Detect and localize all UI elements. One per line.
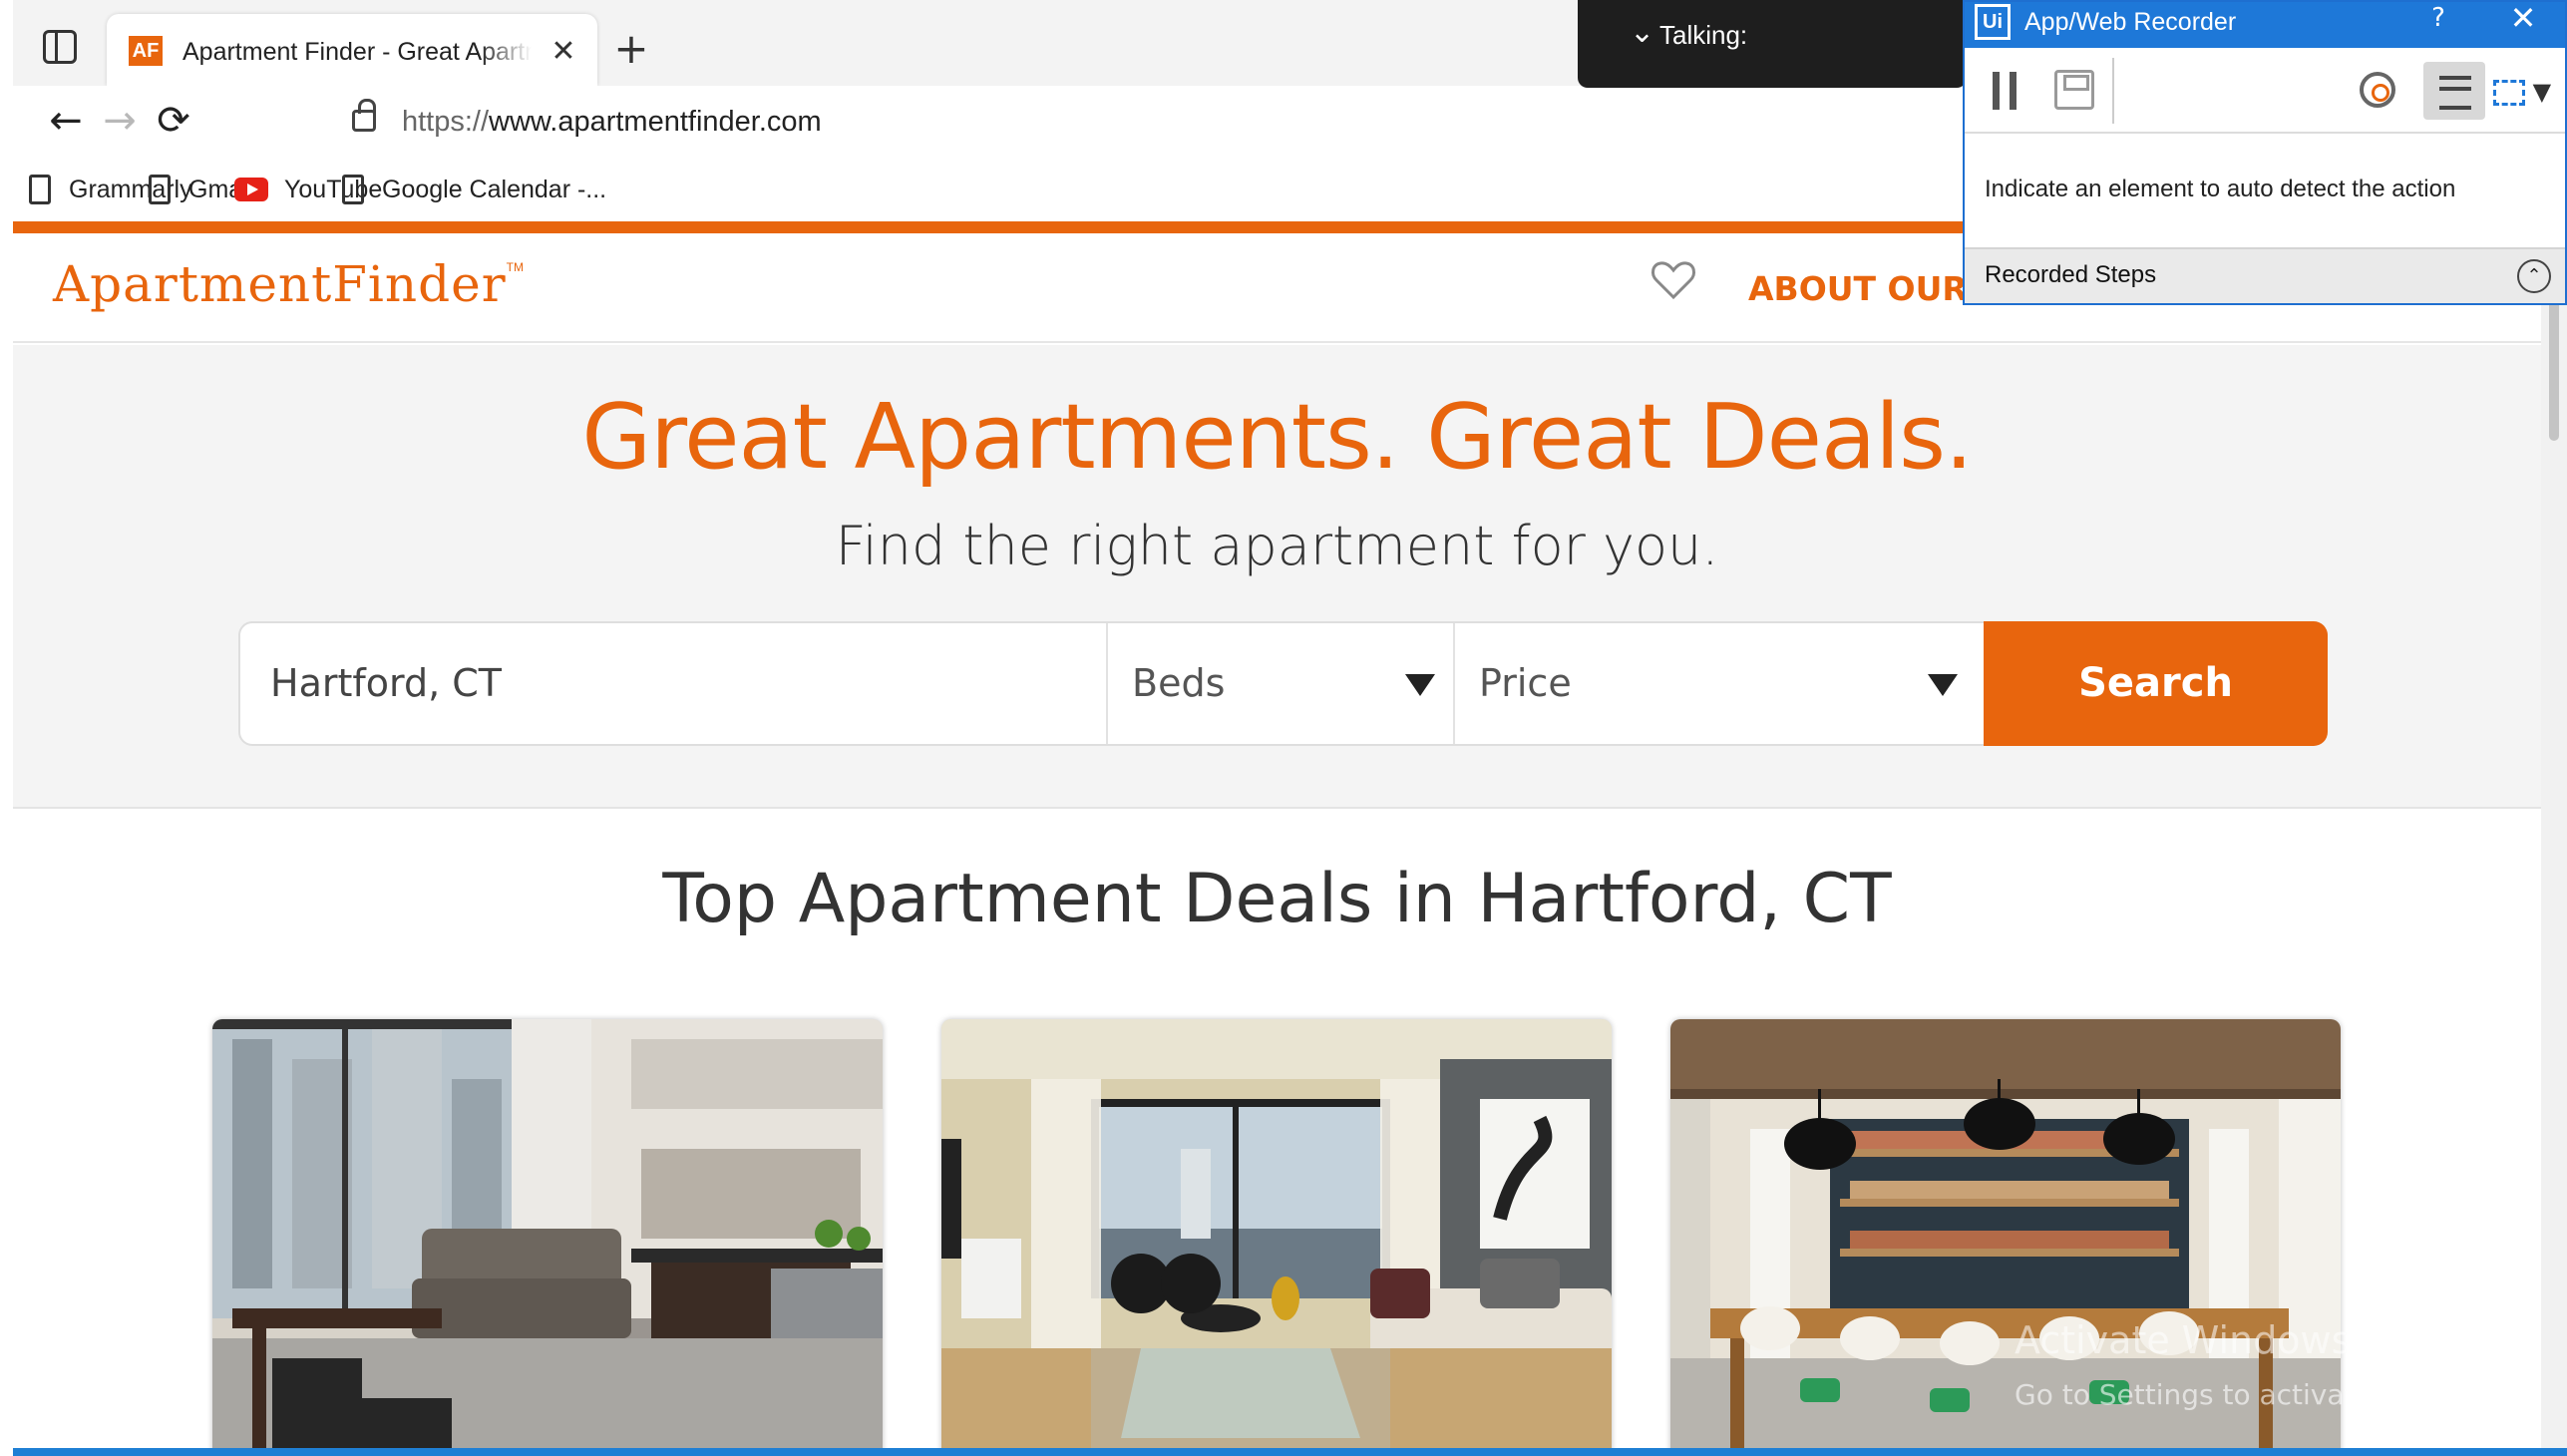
toolbar-divider — [2112, 58, 2114, 124]
selection-mode-icon — [2493, 80, 2525, 106]
target-icon[interactable] — [2360, 72, 2395, 108]
desktop-edge — [0, 0, 13, 1456]
scrollbar-thumb[interactable] — [2549, 281, 2559, 441]
recorder-title: App/Web Recorder — [2024, 8, 2237, 36]
deal-card[interactable] — [212, 1019, 883, 1448]
recorded-steps-toggle-icon[interactable] — [2423, 62, 2485, 120]
tab-actions-icon[interactable] — [43, 30, 77, 64]
app-web-recorder-panel: Ui App/Web Recorder ? ✕ ▼ Indicate an el… — [1963, 0, 2567, 305]
tab-apartment-finder[interactable]: AF Apartment Finder - Great Apartm ✕ — [107, 14, 597, 86]
tab-title: Apartment Finder - Great Apartm — [183, 38, 532, 66]
forward-button[interactable]: → — [95, 96, 145, 146]
bookmark-label: Google Calendar -... — [382, 175, 607, 203]
tab-close-icon[interactable]: ✕ — [546, 34, 581, 70]
uipath-logo-icon: Ui — [1975, 4, 2011, 40]
reload-button[interactable]: ⟳ — [149, 96, 198, 146]
favicon-icon: AF — [129, 36, 163, 66]
price-label: Price — [1479, 661, 1572, 705]
deals-heading: Top Apartment Deals in Hartford, CT — [662, 860, 1892, 938]
hero-title: Great Apartments. Great Deals. — [581, 385, 1973, 490]
activate-windows-subtitle: Go to Settings to activate Windows. — [2015, 1378, 2515, 1411]
hero-section: Great Apartments. Great Deals. Find the … — [13, 345, 2541, 809]
apartmentfinder-page: ApartmentFinderTM ABOUT OUR Great Apartm… — [13, 221, 2541, 1448]
lock-icon[interactable] — [352, 99, 376, 132]
apartment-living-room-photo — [941, 1019, 1612, 1448]
price-select[interactable]: Price — [1457, 623, 1984, 744]
page-icon — [29, 175, 51, 204]
about-our-link[interactable]: ABOUT OUR — [1748, 269, 1968, 308]
apartmentfinder-logo[interactable]: ApartmentFinderTM — [53, 255, 524, 313]
search-button[interactable]: Search — [1984, 621, 2328, 746]
page-icon — [149, 175, 171, 204]
url-protocol: https:// — [402, 106, 490, 138]
favorites-heart-icon[interactable] — [1649, 255, 1698, 305]
close-icon[interactable]: ✕ — [2503, 0, 2543, 36]
back-button[interactable]: ← — [41, 96, 91, 146]
chevron-down-icon — [1928, 674, 1958, 696]
page-icon — [342, 175, 364, 204]
logo-text: ApartmentFinder — [53, 255, 507, 313]
recorder-toolbar: ▼ — [1965, 48, 2565, 134]
youtube-icon — [234, 178, 268, 201]
deal-card[interactable] — [941, 1019, 1612, 1448]
location-input[interactable]: Hartford, CT — [240, 623, 1108, 744]
address-bar[interactable]: https://www.apartmentfinder.com A ☆ — [302, 92, 2259, 152]
recorder-hint: Indicate an element to auto detect the a… — [1985, 176, 2456, 202]
beds-label: Beds — [1132, 661, 1226, 705]
recorded-steps-section[interactable]: Recorded Steps ⌃ — [1965, 247, 2565, 303]
chevron-down-icon[interactable]: ⌄ — [1630, 18, 1659, 48]
hero-subtitle: Find the right apartment for you. — [835, 515, 1719, 577]
chevron-up-icon[interactable]: ⌃ — [2517, 259, 2551, 293]
new-tab-button[interactable]: + — [611, 28, 651, 70]
talking-label: Talking: — [1659, 20, 1748, 50]
recorder-options-button[interactable]: ▼ — [2493, 72, 2557, 112]
beds-select[interactable]: Beds — [1110, 623, 1455, 744]
recorder-titlebar[interactable]: Ui App/Web Recorder ? ✕ — [1965, 0, 2565, 48]
modern-kitchen-living-room-photo — [212, 1019, 883, 1448]
pause-icon[interactable] — [1993, 72, 2017, 110]
url-text[interactable]: https://www.apartmentfinder.com — [402, 104, 822, 140]
activate-windows-title: Activate Windows — [2015, 1318, 2352, 1362]
search-bar: Hartford, CT Beds Price Search — [238, 621, 2328, 746]
logo-trademark: TM — [506, 260, 524, 274]
page-scrollbar[interactable] — [2541, 221, 2567, 1448]
url-host: www.apartmentfinder.com — [489, 106, 822, 138]
help-icon[interactable]: ? — [2423, 2, 2453, 34]
save-icon[interactable] — [2054, 70, 2094, 110]
recorded-steps-label: Recorded Steps — [1985, 261, 2157, 288]
talking-overlay[interactable]: ⌄ Talking: — [1578, 0, 1967, 88]
bookmark-google-calendar[interactable]: Google Calendar -... — [342, 170, 606, 209]
chevron-down-icon — [1405, 674, 1435, 696]
chevron-down-icon: ▼ — [2532, 78, 2552, 106]
